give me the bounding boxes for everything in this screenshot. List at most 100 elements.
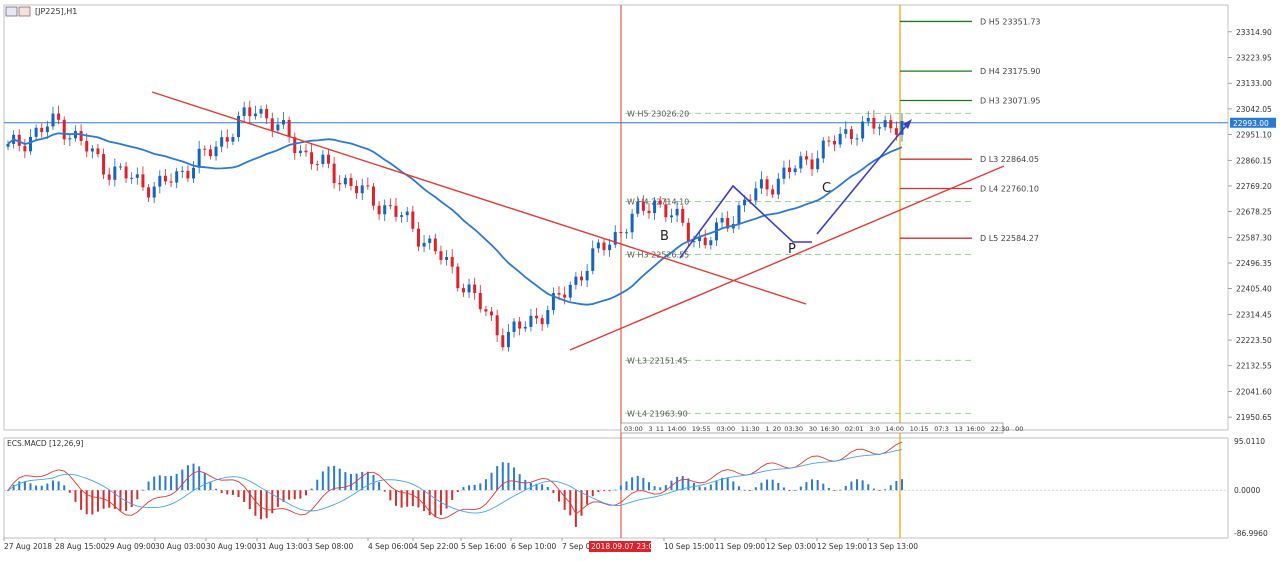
macd-histogram-bar (468, 485, 471, 491)
pattern-label-b: B (660, 229, 669, 244)
time-axis-label: 29 Aug 09:00 (105, 542, 156, 551)
candle-body (529, 315, 533, 327)
candle-body (799, 156, 803, 169)
candle-body (557, 293, 561, 295)
daily-pivot-label: D L5 22584.27 (980, 234, 1039, 243)
macd-histogram-bar (108, 490, 111, 508)
chart-svg[interactable]: [JP225],H1 23314.90 23223.95 23133.00 23042.… (0, 0, 1280, 557)
candle-body (664, 204, 668, 218)
candle-body (894, 128, 898, 135)
candle-body (377, 205, 381, 215)
macd-histogram-bar (636, 475, 639, 491)
price-axis-label: 23223.95 (1236, 54, 1272, 63)
macd-zero-value: 0.0000 (1234, 486, 1260, 495)
symbol-icon-2 (18, 6, 31, 17)
candle-body (62, 119, 66, 140)
mini-time-label: 1 (765, 425, 769, 433)
macd-top-value: 95.0110 (1234, 437, 1265, 446)
mini-time-label: 11:30 (741, 425, 760, 433)
macd-histogram-bar (541, 484, 544, 491)
candle-body (371, 186, 375, 206)
daily-pivot-label: D H3 23071.95 (980, 96, 1041, 105)
macd-histogram-bar (451, 490, 454, 500)
mini-time-label: 14:00 (667, 425, 686, 433)
macd-histogram-bar (878, 490, 881, 492)
candle-body (118, 166, 122, 168)
candle-body (771, 189, 775, 195)
macd-histogram-bar (833, 490, 836, 492)
candle-body (647, 210, 651, 214)
candle-body (400, 215, 404, 217)
macd-histogram-bar (91, 490, 94, 515)
candle-body (355, 185, 359, 194)
mini-time-label: 10:15 (910, 425, 929, 433)
candle-body (383, 205, 387, 215)
macd-histogram-bar (7, 490, 9, 492)
macd-histogram-bar (574, 490, 577, 527)
candle-body (51, 113, 55, 127)
candle-body (113, 166, 117, 180)
macd-histogram-bar (709, 484, 712, 491)
candle-body (270, 118, 274, 131)
candle-body (861, 121, 865, 139)
macd-histogram-bar (715, 480, 718, 491)
price-axis-label: 23133.00 (1236, 79, 1272, 88)
candle-body (844, 129, 848, 134)
time-axis-label: 31 Aug 13:00 (257, 542, 308, 551)
macd-histogram-bar (299, 490, 302, 499)
mini-time-label: 03:00 (624, 425, 643, 433)
macd-histogram-bar (215, 488, 218, 491)
candle-body (208, 149, 212, 157)
price-axis-label: 22223.50 (1236, 336, 1272, 345)
candle-body (287, 119, 291, 138)
macd-histogram-bar (608, 490, 611, 492)
macd-histogram-bar (153, 476, 156, 491)
symbol-label: [JP225],H1 (35, 7, 77, 16)
macd-histogram-bar (496, 466, 499, 491)
macd-histogram-bar (57, 481, 60, 491)
macd-histogram-bar (305, 490, 307, 496)
macd-histogram-bar (366, 471, 369, 491)
candle-body (321, 154, 325, 165)
candle-body (141, 174, 145, 188)
macd-histogram-bar (507, 462, 510, 491)
candle-body (107, 174, 111, 180)
candle-body (484, 309, 488, 312)
macd-histogram-bar (889, 485, 892, 491)
daily-pivot-label: D H5 23351.73 (980, 17, 1041, 26)
macd-histogram-bar (288, 490, 291, 500)
macd-histogram-bar (580, 490, 583, 516)
macd-histogram-bar (861, 480, 864, 491)
macd-histogram-bar (209, 481, 212, 491)
candle-body (79, 131, 83, 141)
candle-body (540, 318, 544, 325)
macd-histogram-bar (423, 490, 426, 512)
weekly-pivot-label: W L4 21963.90 (627, 409, 688, 418)
price-axis-label: 22587.30 (1236, 233, 1272, 242)
candle-body (225, 137, 229, 142)
macd-histogram-bar (473, 484, 476, 491)
candle-body (889, 120, 893, 129)
time-axis-label: 27 Aug 2018 (4, 542, 52, 551)
candle-body (743, 199, 747, 206)
candle-body (883, 120, 887, 128)
mini-time-label: 07:3 (934, 425, 949, 433)
candle-body (85, 140, 89, 152)
candle-body (827, 140, 831, 142)
price-axis-label: 22678.25 (1236, 208, 1272, 217)
macd-histogram-bar (254, 490, 257, 516)
candle-body (416, 228, 420, 247)
macd-histogram-bar (119, 490, 122, 511)
candle-body (653, 200, 657, 214)
macd-histogram-bar (327, 466, 330, 491)
macd-histogram-bar (74, 490, 77, 502)
time-axis-label: 4 Sep 22:00 (413, 542, 459, 551)
macd-histogram-bar (147, 481, 150, 491)
trading-chart[interactable]: [JP225],H1 23314.90 23223.95 23133.00 23042.… (0, 0, 1280, 557)
main-chart-frame[interactable] (3, 4, 1229, 431)
macd-histogram-bar (743, 489, 746, 491)
macd-histogram-bar (777, 482, 780, 491)
candle-body (838, 133, 842, 145)
candle-body (23, 145, 27, 152)
candle-body (461, 288, 465, 293)
